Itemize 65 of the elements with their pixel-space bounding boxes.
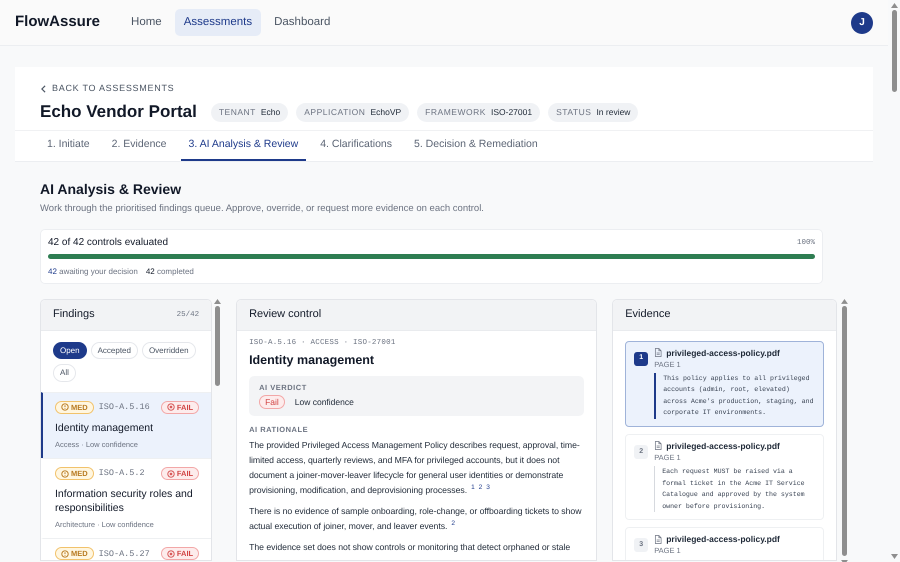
file-name: privileged-access-policy.pdf bbox=[666, 440, 780, 452]
control-code: ISO-A.5.2 bbox=[98, 468, 145, 479]
control-code: ISO-A.5.27 bbox=[98, 548, 150, 559]
brand-name: FlowAssure bbox=[15, 12, 100, 32]
panel-scrollbar[interactable] bbox=[840, 299, 848, 562]
back-link[interactable]: BACK TO ASSESSMENTS bbox=[41, 82, 174, 96]
step-tab[interactable]: 2. Evidence bbox=[104, 131, 174, 162]
chevron-left-icon bbox=[41, 85, 46, 93]
progress-stat: 42 completed bbox=[146, 267, 194, 276]
file-name: privileged-access-policy.pdf bbox=[666, 348, 780, 358]
rationale-paragraph: The evidence set does not show controls or monitoring that detect orphaned or stale bbox=[249, 540, 572, 554]
step-tab[interactable]: 1. Initiate bbox=[39, 131, 98, 162]
alert-circle-icon bbox=[61, 550, 69, 558]
scroll-up-arrow-icon bbox=[840, 299, 848, 304]
section-title: AI Analysis & Review bbox=[40, 181, 182, 198]
finding-title: Identity management bbox=[55, 420, 154, 436]
tag-value: Echo bbox=[260, 106, 280, 117]
filter-chip[interactable]: All bbox=[53, 364, 76, 382]
tag-key: STATUS bbox=[556, 106, 592, 117]
file-icon bbox=[654, 348, 662, 358]
nav-link[interactable]: Assessments bbox=[174, 8, 262, 36]
file-name: privileged-access-policy.pdf bbox=[666, 534, 780, 544]
control-title: Identity management bbox=[249, 352, 376, 368]
step-tab[interactable]: 5. Decision & Remediation bbox=[406, 131, 546, 162]
rationale-paragraph: There is no evidence of sample onboarding, role-change, or offboarding tickets to show actual execution of joiner, mover, and leaver events. $^{2}$ bbox=[249, 504, 582, 533]
tag-key: TENANT bbox=[218, 106, 256, 117]
x-circle-icon bbox=[166, 403, 175, 412]
confidence-text: Low confidence bbox=[294, 396, 354, 407]
panel-title: Findings bbox=[53, 308, 95, 322]
citation-link[interactable]: 1 bbox=[471, 484, 475, 491]
verdict-badge: Fail bbox=[259, 394, 285, 409]
page-title: Echo Vendor Portal bbox=[40, 102, 197, 122]
file-icon bbox=[654, 441, 662, 450]
control-code: ISO-A.5.16 bbox=[98, 402, 150, 412]
alert-circle-icon bbox=[61, 470, 69, 478]
step-tab[interactable]: 4. Clarifications bbox=[312, 131, 400, 162]
tag-value: ISO-27001 bbox=[490, 106, 532, 117]
filter-chip[interactable]: Overridden bbox=[142, 342, 196, 360]
scroll-down-arrow-icon[interactable] bbox=[890, 554, 898, 559]
citation-link[interactable]: 2 bbox=[478, 484, 482, 491]
tag-value: EchoVP bbox=[370, 106, 402, 117]
panel-title: Review control bbox=[249, 308, 322, 322]
alert-circle-icon bbox=[61, 403, 69, 412]
step-tab[interactable]: 3. AI Analysis & Review bbox=[180, 131, 306, 162]
citation-link[interactable]: 2 bbox=[451, 520, 455, 527]
progress-stat: 42 awaiting your decision bbox=[48, 267, 138, 276]
finding-title: Information security roles and responsibilities bbox=[55, 487, 194, 516]
nav-link[interactable]: Home bbox=[122, 8, 171, 36]
scroll-up-arrow-icon[interactable] bbox=[890, 3, 898, 8]
filter-chip[interactable]: Open bbox=[53, 342, 87, 360]
panel-title: Evidence bbox=[625, 308, 670, 322]
filter-chip[interactable]: Accepted bbox=[90, 342, 138, 360]
tag-key: APPLICATION bbox=[304, 106, 366, 117]
x-circle-icon bbox=[166, 550, 175, 558]
tag-value: In review bbox=[596, 106, 630, 117]
nav-link[interactable]: Dashboard bbox=[265, 8, 340, 36]
file-icon bbox=[654, 534, 662, 544]
scrollbar-thumb[interactable] bbox=[892, 10, 896, 92]
citation-link[interactable]: 3 bbox=[486, 484, 490, 491]
x-circle-icon bbox=[166, 470, 175, 478]
progress-label: 42 of 42 controls evaluated bbox=[48, 237, 168, 250]
user-avatar[interactable]: J bbox=[851, 12, 873, 34]
tag-key: FRAMEWORK bbox=[425, 106, 486, 117]
scroll-up-arrow-icon bbox=[214, 299, 221, 304]
section-subtitle: Work through the prioritised findings queue. Approve, override, or request more evidence on each control. bbox=[40, 202, 485, 216]
